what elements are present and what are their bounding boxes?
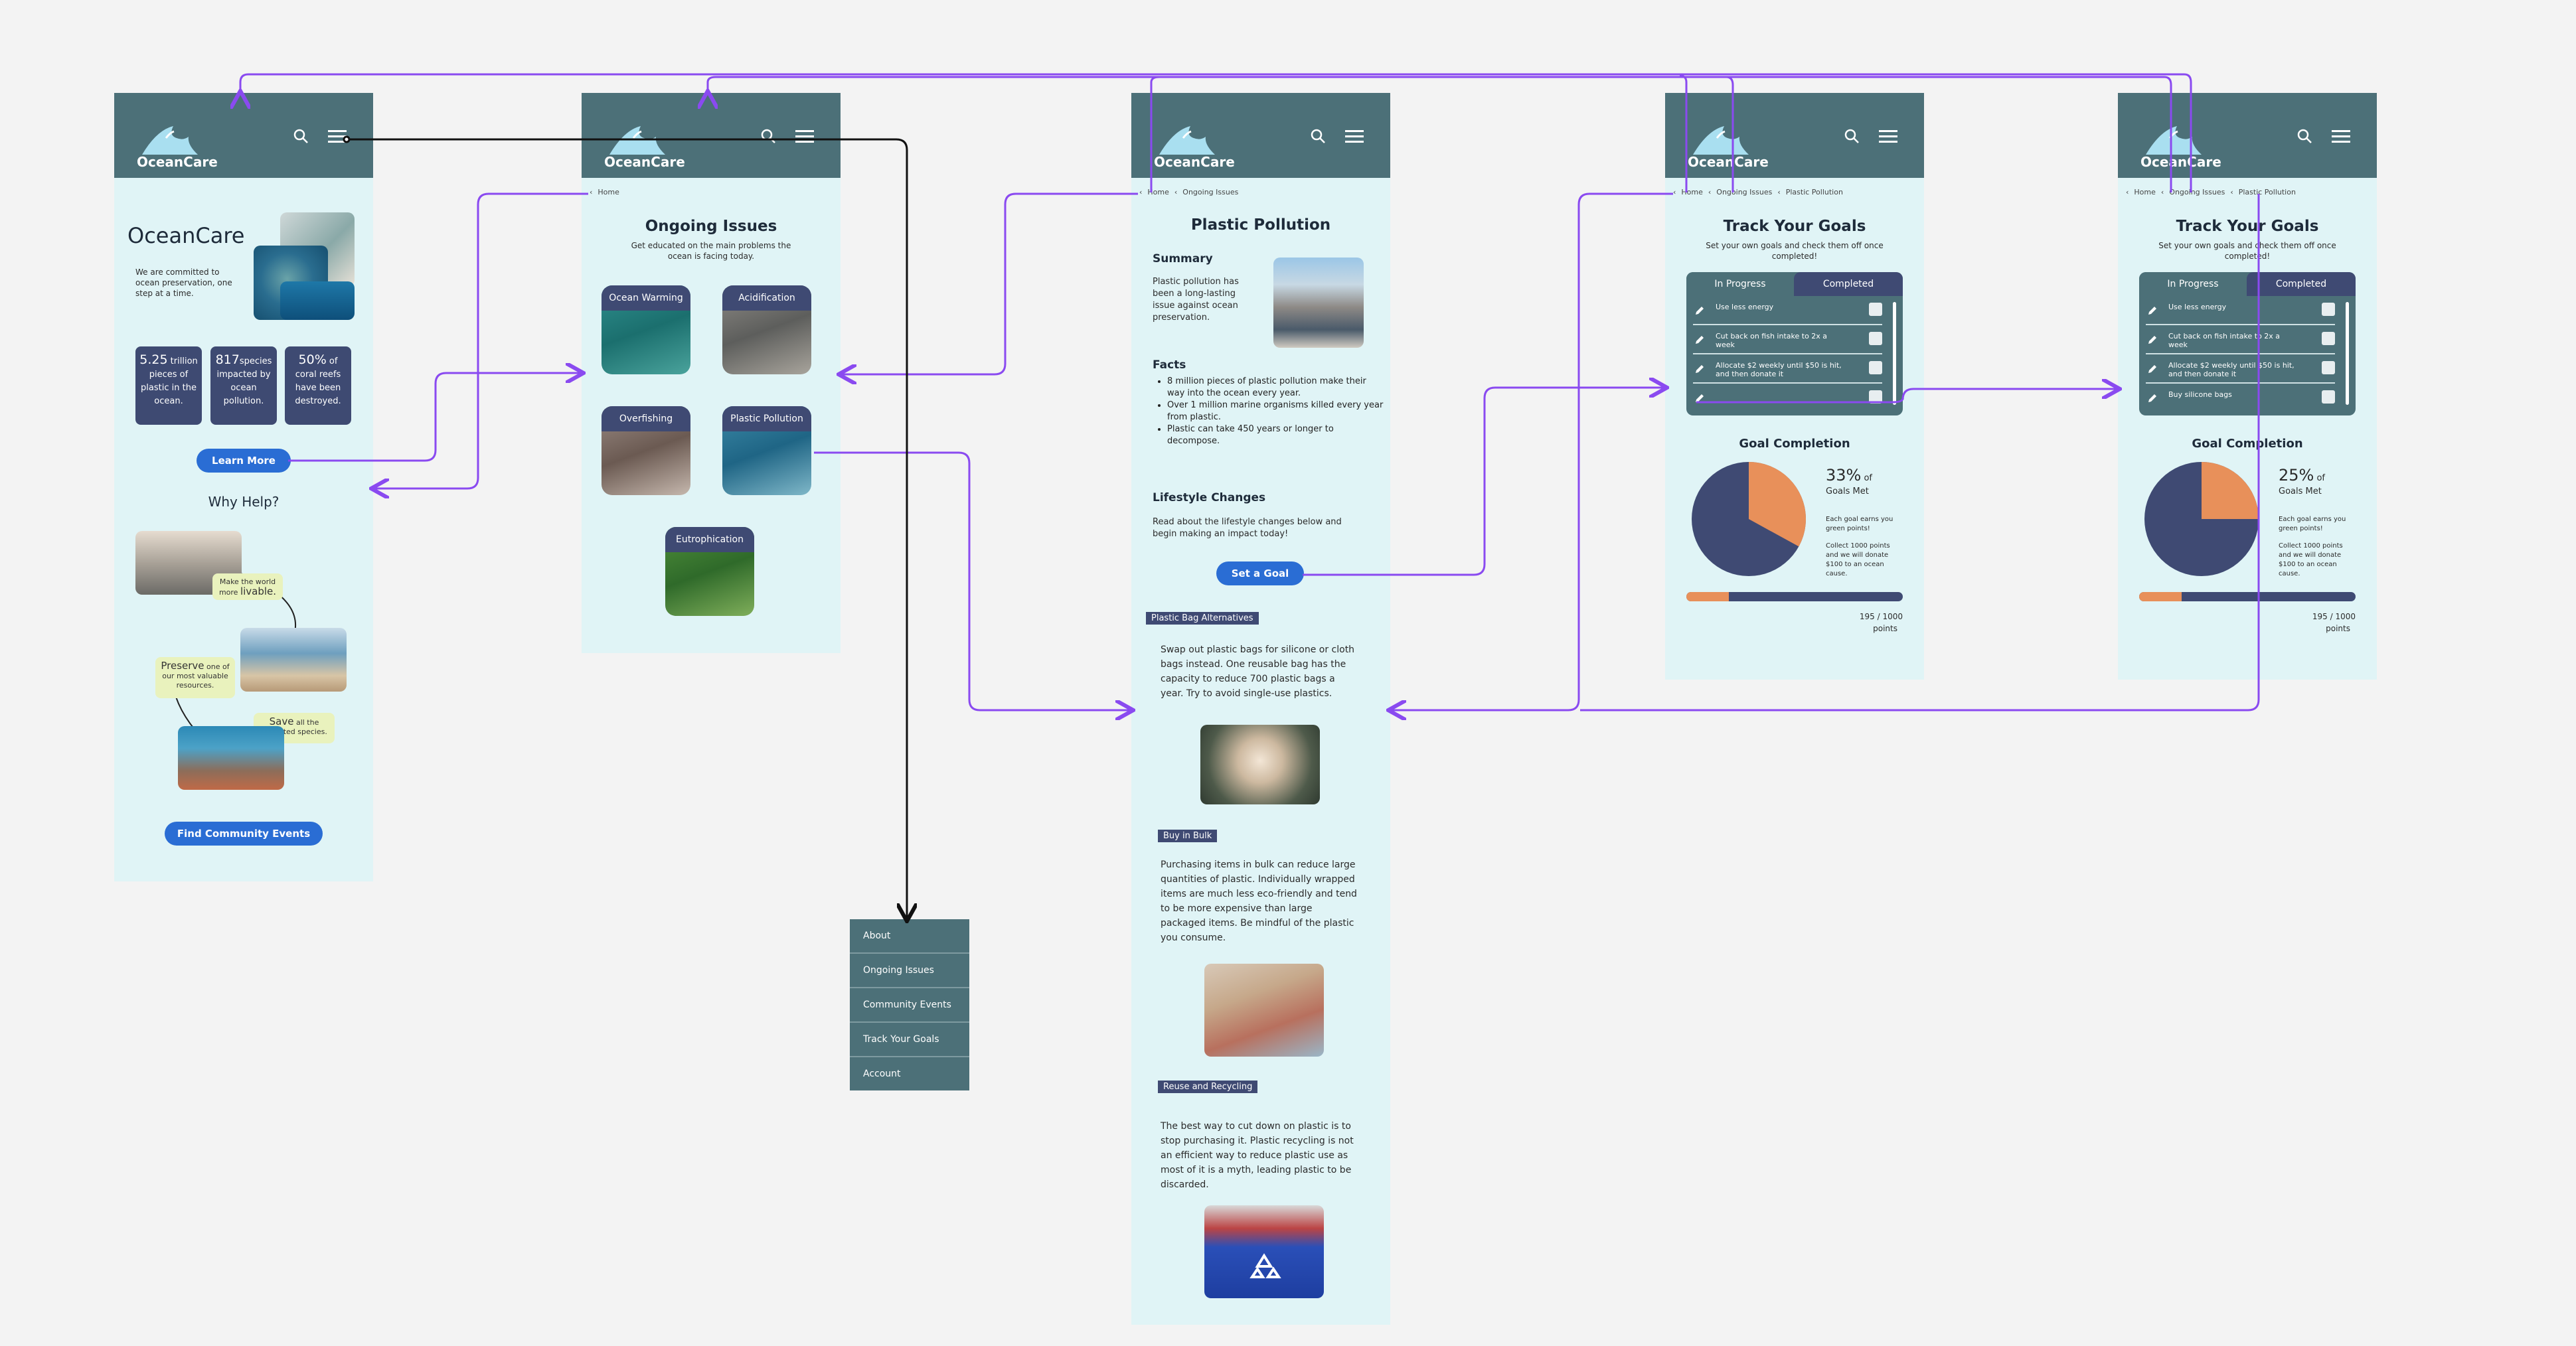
menu-connector	[343, 135, 907, 919]
prototype-connectors	[0, 73, 2260, 1346]
purple-connectors	[240, 73, 2260, 710]
